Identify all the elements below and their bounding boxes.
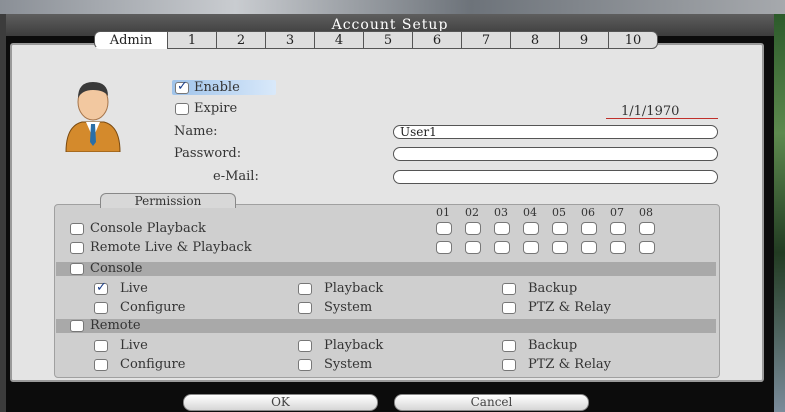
remote-system-label: System [324,357,373,372]
remote-live-playback-ch-04-checkbox[interactable] [523,241,539,254]
tab-user-7[interactable]: 7 [461,31,511,49]
expire-checkbox[interactable] [175,103,189,115]
channel-number: 02 [465,206,479,219]
remote-ptz-relay-label: PTZ & Relay [528,357,612,372]
enable-checkbox[interactable] [175,79,189,94]
console-playback-perm-checkbox[interactable] [298,283,312,295]
remote-configure-label: Configure [120,357,186,372]
remote-live-playback-ch-06-checkbox[interactable] [581,241,597,254]
channel-number: 05 [552,206,566,219]
channel-number: 01 [436,206,450,219]
remote-live-playback-ch-02-checkbox[interactable] [465,241,481,254]
remote-system-checkbox[interactable] [298,359,312,371]
tab-user-5[interactable]: 5 [363,31,413,49]
remote-ptz-relay-checkbox[interactable] [502,359,516,371]
console-ptz-relay-label: PTZ & Relay [528,300,612,315]
expire-date[interactable]: 1/1/1970 [621,104,679,119]
tab-user-10[interactable]: 10 [608,31,658,49]
remote-label: Remote [90,318,141,333]
background-desktop [0,0,785,14]
remote-playback-label: Playback [324,338,384,353]
permission-title: Permission [100,193,236,208]
console-playback-perm-label: Playback [324,281,384,296]
remote-playback-checkbox[interactable] [298,340,312,352]
channel-number: 07 [610,206,624,219]
password-label: Password: [174,146,242,161]
remote-live-playback-ch-07-checkbox[interactable] [610,241,626,254]
email-input[interactable] [393,170,718,184]
remote-live-playback-ch-05-checkbox[interactable] [552,241,568,254]
console-playback-ch-04-checkbox[interactable] [523,222,539,235]
remote-live-checkbox[interactable] [94,340,108,352]
background-desktop-right [773,14,785,412]
console-playback-ch-03-checkbox[interactable] [494,222,510,235]
remote-live-playback-ch-01-checkbox[interactable] [436,241,452,254]
user-avatar-icon [65,82,121,152]
console-playback-ch-07-checkbox[interactable] [610,222,626,235]
remote-backup-checkbox[interactable] [502,340,516,352]
cancel-button[interactable]: Cancel [394,394,589,411]
remote-section-bar [56,319,716,333]
console-system-checkbox[interactable] [298,302,312,314]
remote-checkbox[interactable] [70,320,84,332]
console-backup-checkbox[interactable] [502,283,516,295]
remote-configure-checkbox[interactable] [94,359,108,371]
console-ptz-relay-checkbox[interactable] [502,302,516,314]
tab-admin[interactable]: Admin [94,31,168,49]
tab-user-1[interactable]: 1 [167,31,217,49]
console-playback-label: Console Playback [90,221,206,236]
name-label: Name: [174,124,218,139]
expire-label: Expire [194,101,238,116]
console-playback-ch-08-checkbox[interactable] [639,222,655,235]
console-label: Console [90,261,143,276]
console-live-label: Live [120,281,148,296]
email-label: e-Mail: [213,169,259,184]
console-playback-ch-01-checkbox[interactable] [436,222,452,235]
remote-live-playback-ch-03-checkbox[interactable] [494,241,510,254]
channel-number: 03 [494,206,508,219]
console-live-checkbox[interactable] [94,280,108,295]
tab-user-2[interactable]: 2 [216,31,266,49]
channel-number: 08 [639,206,653,219]
name-input[interactable]: User1 [393,125,718,139]
tab-user-6[interactable]: 6 [412,31,462,49]
channel-number: 06 [581,206,595,219]
console-playback-ch-02-checkbox[interactable] [465,222,481,235]
tab-user-3[interactable]: 3 [265,31,315,49]
ok-button[interactable]: OK [183,394,378,411]
console-playback-checkbox[interactable] [70,223,84,235]
remote-live-playback-label: Remote Live & Playback [90,240,252,255]
console-backup-label: Backup [528,281,578,296]
remote-backup-label: Backup [528,338,578,353]
console-configure-label: Configure [120,300,186,315]
remote-live-playback-ch-08-checkbox[interactable] [639,241,655,254]
channel-number: 04 [523,206,537,219]
console-system-label: System [324,300,373,315]
console-configure-checkbox[interactable] [94,302,108,314]
password-input[interactable] [393,147,718,161]
remote-live-label: Live [120,338,148,353]
expire-date-underline [606,118,718,119]
enable-label: Enable [194,80,240,95]
account-tabs: Admin 1 2 3 4 5 6 7 8 9 10 [94,31,658,51]
tab-user-9[interactable]: 9 [559,31,609,49]
console-section-bar [56,262,716,276]
console-playback-ch-06-checkbox[interactable] [581,222,597,235]
console-playback-ch-05-checkbox[interactable] [552,222,568,235]
tab-user-4[interactable]: 4 [314,31,364,49]
tab-user-8[interactable]: 8 [510,31,560,49]
remote-live-playback-checkbox[interactable] [70,242,84,254]
console-checkbox[interactable] [70,263,84,275]
